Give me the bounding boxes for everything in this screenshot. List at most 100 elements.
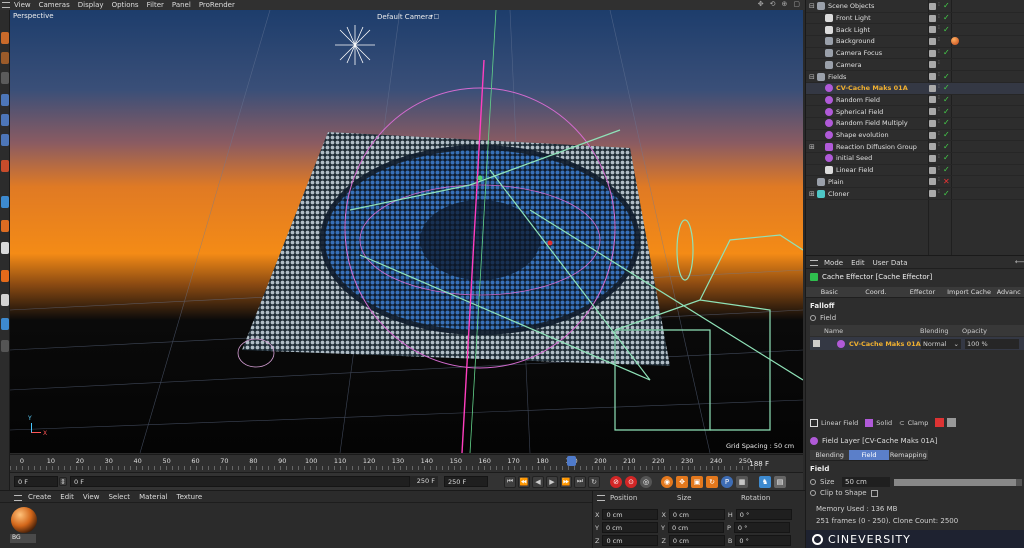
material-name[interactable]: BG: [10, 534, 36, 543]
linear-field-tool[interactable]: Linear Field: [821, 419, 858, 427]
rot-h-field[interactable]: 0 °: [735, 509, 792, 520]
current-frame-field[interactable]: 0 F: [70, 476, 410, 487]
disabled-cross-icon[interactable]: ✕: [943, 177, 950, 186]
keyframe-selection-icon[interactable]: ◎: [640, 475, 652, 488]
tab-layer-remapping[interactable]: Remapping: [889, 450, 928, 460]
visibility-dots-icon[interactable]: ⁝: [938, 13, 941, 22]
layer-checkbox[interactable]: [929, 96, 936, 104]
sculpt-tool-icon[interactable]: [1, 318, 9, 330]
object-row[interactable]: ⊞ Cloner ⁝ ✓: [806, 188, 1024, 200]
hamburger-icon[interactable]: [597, 495, 605, 501]
enabled-check-icon[interactable]: ✓: [943, 107, 950, 116]
workplane-lock-icon[interactable]: [1, 242, 9, 254]
visibility-dots-icon[interactable]: ⁝: [938, 189, 941, 197]
visibility-dots-icon[interactable]: ⁝: [938, 153, 941, 162]
enabled-check-icon[interactable]: ✓: [943, 49, 950, 57]
tab-import-cache[interactable]: Import Cache: [946, 287, 993, 297]
viewport-solo-icon[interactable]: [1, 294, 9, 306]
layer-checkbox[interactable]: [929, 37, 936, 45]
3d-viewport[interactable]: Perspective Default Camera •□ Grid Spaci…: [10, 10, 803, 453]
copy-layer-icon[interactable]: [947, 418, 957, 427]
points-mode-icon[interactable]: [1, 94, 9, 106]
menu-options[interactable]: Options: [112, 1, 139, 9]
visibility-dots-icon[interactable]: ⁝: [938, 130, 941, 139]
go-to-start-button[interactable]: ⏮: [504, 475, 516, 488]
menu-panel[interactable]: Panel: [172, 1, 191, 9]
rot-b-field[interactable]: 0 °: [735, 535, 792, 546]
enabled-check-icon[interactable]: ✓: [943, 84, 950, 92]
grid-key-icon[interactable]: ▦: [736, 475, 748, 488]
attr-menu-user-data[interactable]: User Data: [873, 259, 908, 268]
enabled-check-icon[interactable]: ✓: [943, 119, 950, 127]
expand-toggle-icon[interactable]: ⊞: [809, 190, 817, 198]
rot-p-field[interactable]: 0 °: [733, 522, 790, 533]
layer-checkbox[interactable]: [929, 166, 936, 174]
material-menu-view[interactable]: View: [83, 493, 100, 502]
hamburger-icon[interactable]: [14, 495, 22, 501]
layer-checkbox[interactable]: [929, 61, 936, 69]
material-menu-material[interactable]: Material: [139, 493, 167, 502]
visibility-dots-icon[interactable]: ⁝: [938, 25, 941, 33]
layer-enable-checkbox[interactable]: [813, 340, 820, 347]
material-menu-select[interactable]: Select: [108, 493, 130, 502]
enabled-check-icon[interactable]: ✓: [943, 131, 950, 139]
playhead-marker[interactable]: [567, 456, 576, 466]
enabled-check-icon[interactable]: ✓: [943, 2, 950, 10]
texture-tool-icon[interactable]: [1, 52, 9, 64]
start-frame-stepper[interactable]: ⇕: [59, 477, 67, 486]
size-y-field[interactable]: 0 cm: [667, 522, 724, 533]
previous-frame-button[interactable]: ◀: [532, 475, 544, 488]
enabled-check-icon[interactable]: ✓: [943, 154, 950, 162]
visibility-dots-icon[interactable]: ⁝: [938, 60, 941, 68]
layer-checkbox[interactable]: [929, 119, 936, 127]
tab-effector[interactable]: Effector: [899, 287, 946, 297]
polygons-mode-icon[interactable]: [1, 134, 9, 146]
object-row[interactable]: ⊟ Scene Objects ⁝ ✓: [806, 1, 1024, 13]
enabled-check-icon[interactable]: ✓: [943, 25, 950, 34]
layer-checkbox[interactable]: [929, 84, 936, 92]
hamburger-icon[interactable]: [2, 2, 10, 8]
solo-mode-icon[interactable]: [1, 270, 9, 282]
autokey-icon[interactable]: ⊙: [625, 475, 637, 488]
enabled-check-icon[interactable]: ✓: [943, 95, 950, 104]
layer-checkbox[interactable]: [929, 2, 936, 10]
linear-field-tool-icon[interactable]: [810, 418, 818, 427]
loop-button[interactable]: ↻: [588, 475, 600, 488]
radio-icon[interactable]: [810, 479, 816, 485]
object-row[interactable]: Back Light ⁝ ✓: [806, 24, 1024, 37]
maximize-view-icon[interactable]: ▢: [793, 0, 800, 8]
object-row[interactable]: Plain ⁝ ✕: [806, 177, 1024, 189]
material-thumbnail[interactable]: [11, 507, 37, 533]
tab-layer-field[interactable]: Field: [849, 450, 889, 460]
layer-checkbox[interactable]: [929, 131, 936, 139]
size-x-field[interactable]: 0 cm: [668, 509, 725, 520]
motion-system-icon[interactable]: ♞: [759, 475, 771, 488]
tab-layer-blending[interactable]: Blending: [810, 450, 849, 460]
layer-checkbox[interactable]: [929, 14, 936, 22]
delete-layer-icon[interactable]: [935, 418, 945, 427]
size-slider[interactable]: [894, 478, 1022, 486]
clamp-tool[interactable]: Clamp: [908, 419, 929, 427]
solid-tool[interactable]: Solid: [876, 419, 892, 427]
expand-toggle-icon[interactable]: ⊟: [809, 73, 817, 81]
point-level-key-icon[interactable]: P: [721, 475, 733, 488]
object-row[interactable]: ⊟ Fields ⁝ ✓: [806, 71, 1024, 83]
axis-tool-icon[interactable]: [1, 160, 9, 172]
visibility-dots-icon[interactable]: ⁝: [938, 165, 941, 174]
tab-advanced[interactable]: Advanc: [992, 287, 1024, 297]
menu-filter[interactable]: Filter: [147, 1, 164, 9]
layer-checkbox[interactable]: [929, 143, 936, 151]
parameter-key-icon[interactable]: ↻: [706, 475, 718, 488]
record-key-icon[interactable]: ⊘: [610, 475, 622, 488]
visibility-dots-icon[interactable]: ⁝: [938, 1, 941, 10]
field-layer-row[interactable]: CV-Cache Maks 01A Normal ⌄ 100 %: [810, 337, 1024, 350]
enabled-check-icon[interactable]: ✓: [943, 166, 950, 174]
position-key-icon[interactable]: ◉: [661, 475, 673, 488]
render-tool-icon[interactable]: [1, 340, 9, 352]
next-key-button[interactable]: ⏩: [560, 475, 572, 488]
pos-x-field[interactable]: 0 cm: [602, 509, 659, 520]
enabled-check-icon[interactable]: ✓: [943, 14, 950, 22]
pos-z-field[interactable]: 0 cm: [602, 535, 659, 546]
visibility-dots-icon[interactable]: ⁝: [938, 72, 941, 80]
menu-display[interactable]: Display: [78, 1, 104, 9]
